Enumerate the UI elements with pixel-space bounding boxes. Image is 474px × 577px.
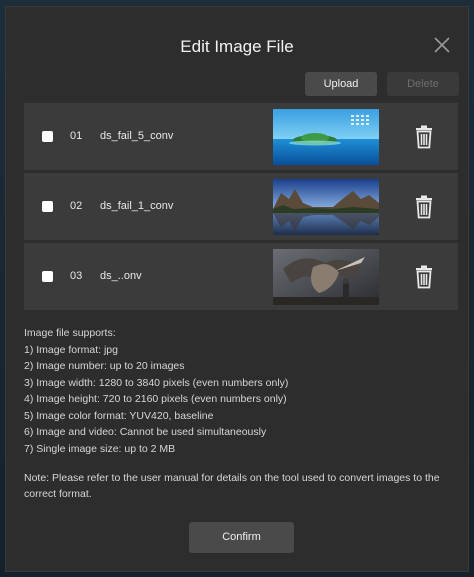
trash-icon[interactable] <box>413 125 435 149</box>
upload-button[interactable]: Upload <box>305 72 377 96</box>
file-thumbnail-island <box>273 109 379 165</box>
file-checkbox[interactable] <box>42 131 53 142</box>
confirm-button[interactable]: Confirm <box>189 522 294 553</box>
file-thumbnail-valley <box>273 179 379 235</box>
image-file-list: 01 ds_fail_5_conv 02 ds_fail_1_conv 03 d… <box>24 103 458 311</box>
delete-button[interactable]: Delete <box>387 72 459 96</box>
file-row: 02 ds_fail_1_conv <box>24 173 458 241</box>
info-line: 7) Single image size: up to 2 MB <box>24 442 176 455</box>
file-name: ds_fail_1_conv <box>100 200 174 212</box>
file-name: ds_..onv <box>100 270 142 282</box>
file-checkbox[interactable] <box>42 271 53 282</box>
info-line: 6) Image and video: Cannot be used simul… <box>24 426 267 438</box>
file-thumbnail-monster <box>273 249 379 305</box>
file-row: 01 ds_fail_5_conv <box>24 103 458 171</box>
file-index: 01 <box>70 130 83 142</box>
info-line: 2) Image number: up to 20 images <box>24 360 185 372</box>
image-support-info: Image file supports: 1) Image format: jp… <box>24 325 460 457</box>
info-line: 1) Image format: jpg <box>24 343 118 356</box>
info-line: 4) Image height: 720 to 2160 pixels (eve… <box>24 393 287 405</box>
edit-image-dialog: Edit Image File Upload Delete 01 ds_fail… <box>5 6 469 572</box>
info-line: 5) Image color format: YUV420, baseline <box>24 409 214 422</box>
file-checkbox[interactable] <box>42 201 53 212</box>
dialog-title: Edit Image File <box>180 37 294 56</box>
file-name: ds_fail_5_conv <box>100 130 174 142</box>
file-row: 03 ds_..onv <box>24 243 458 311</box>
info-line: 3) Image width: 1280 to 3840 pixels (eve… <box>24 376 289 389</box>
conversion-note: Note: Please refer to the user manual fo… <box>24 472 440 500</box>
file-index: 03 <box>70 270 83 282</box>
trash-icon[interactable] <box>413 265 435 289</box>
file-index: 02 <box>70 200 83 212</box>
info-heading: Image file supports: <box>24 327 116 339</box>
trash-icon[interactable] <box>413 195 435 219</box>
close-icon[interactable] <box>430 33 454 57</box>
